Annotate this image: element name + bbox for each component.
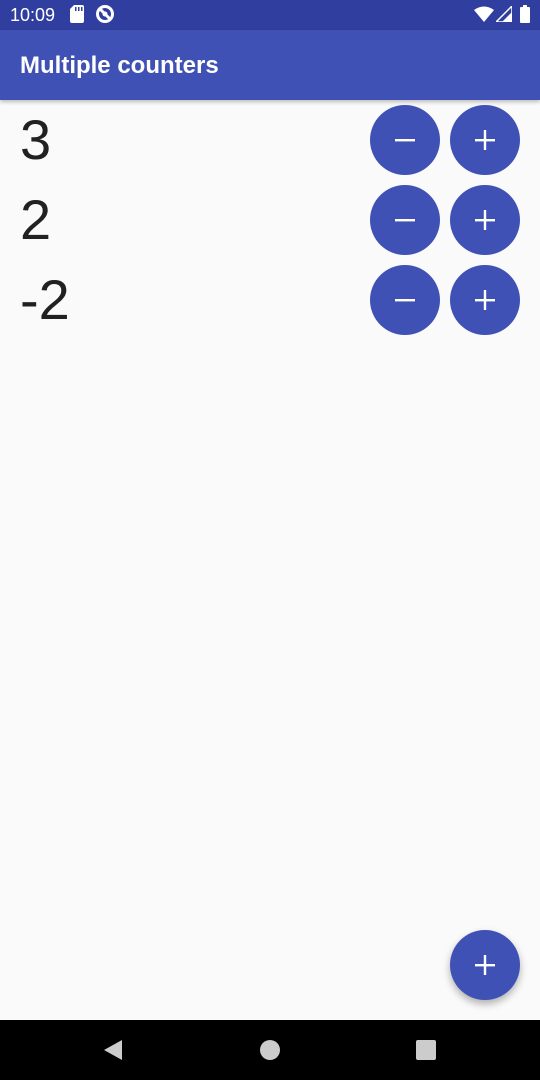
counter-row: 2 [0, 180, 540, 260]
plus-icon [475, 955, 495, 975]
back-icon[interactable] [102, 1038, 126, 1062]
counter-value: -2 [20, 268, 70, 331]
increment-button[interactable] [450, 265, 520, 335]
increment-button[interactable] [450, 185, 520, 255]
battery-icon [520, 5, 530, 28]
home-icon[interactable] [258, 1038, 282, 1062]
minus-icon [395, 219, 415, 222]
counter-list: 3 2 -2 [0, 100, 540, 340]
app-bar: Multiple counters [0, 30, 540, 100]
decrement-button[interactable] [370, 105, 440, 175]
counter-value: 3 [20, 108, 52, 171]
status-bar: 10:09 [0, 0, 540, 30]
page-title: Multiple counters [20, 52, 219, 79]
no-signal-icon [95, 4, 115, 29]
decrement-button[interactable] [370, 185, 440, 255]
sd-card-icon [70, 5, 84, 28]
plus-icon [475, 130, 495, 150]
minus-icon [395, 139, 415, 142]
navigation-bar [0, 1020, 540, 1080]
wifi-icon [474, 6, 494, 27]
plus-icon [475, 290, 495, 310]
recents-icon[interactable] [414, 1038, 438, 1062]
status-time: 10:09 [10, 5, 56, 25]
minus-icon [395, 299, 415, 302]
cell-signal-icon [494, 4, 513, 27]
counter-value: 2 [20, 188, 52, 251]
plus-icon [475, 210, 495, 230]
counter-row: 3 [0, 100, 540, 180]
add-counter-button[interactable] [450, 930, 520, 1000]
counter-row: -2 [0, 260, 540, 340]
increment-button[interactable] [450, 105, 520, 175]
decrement-button[interactable] [370, 265, 440, 335]
